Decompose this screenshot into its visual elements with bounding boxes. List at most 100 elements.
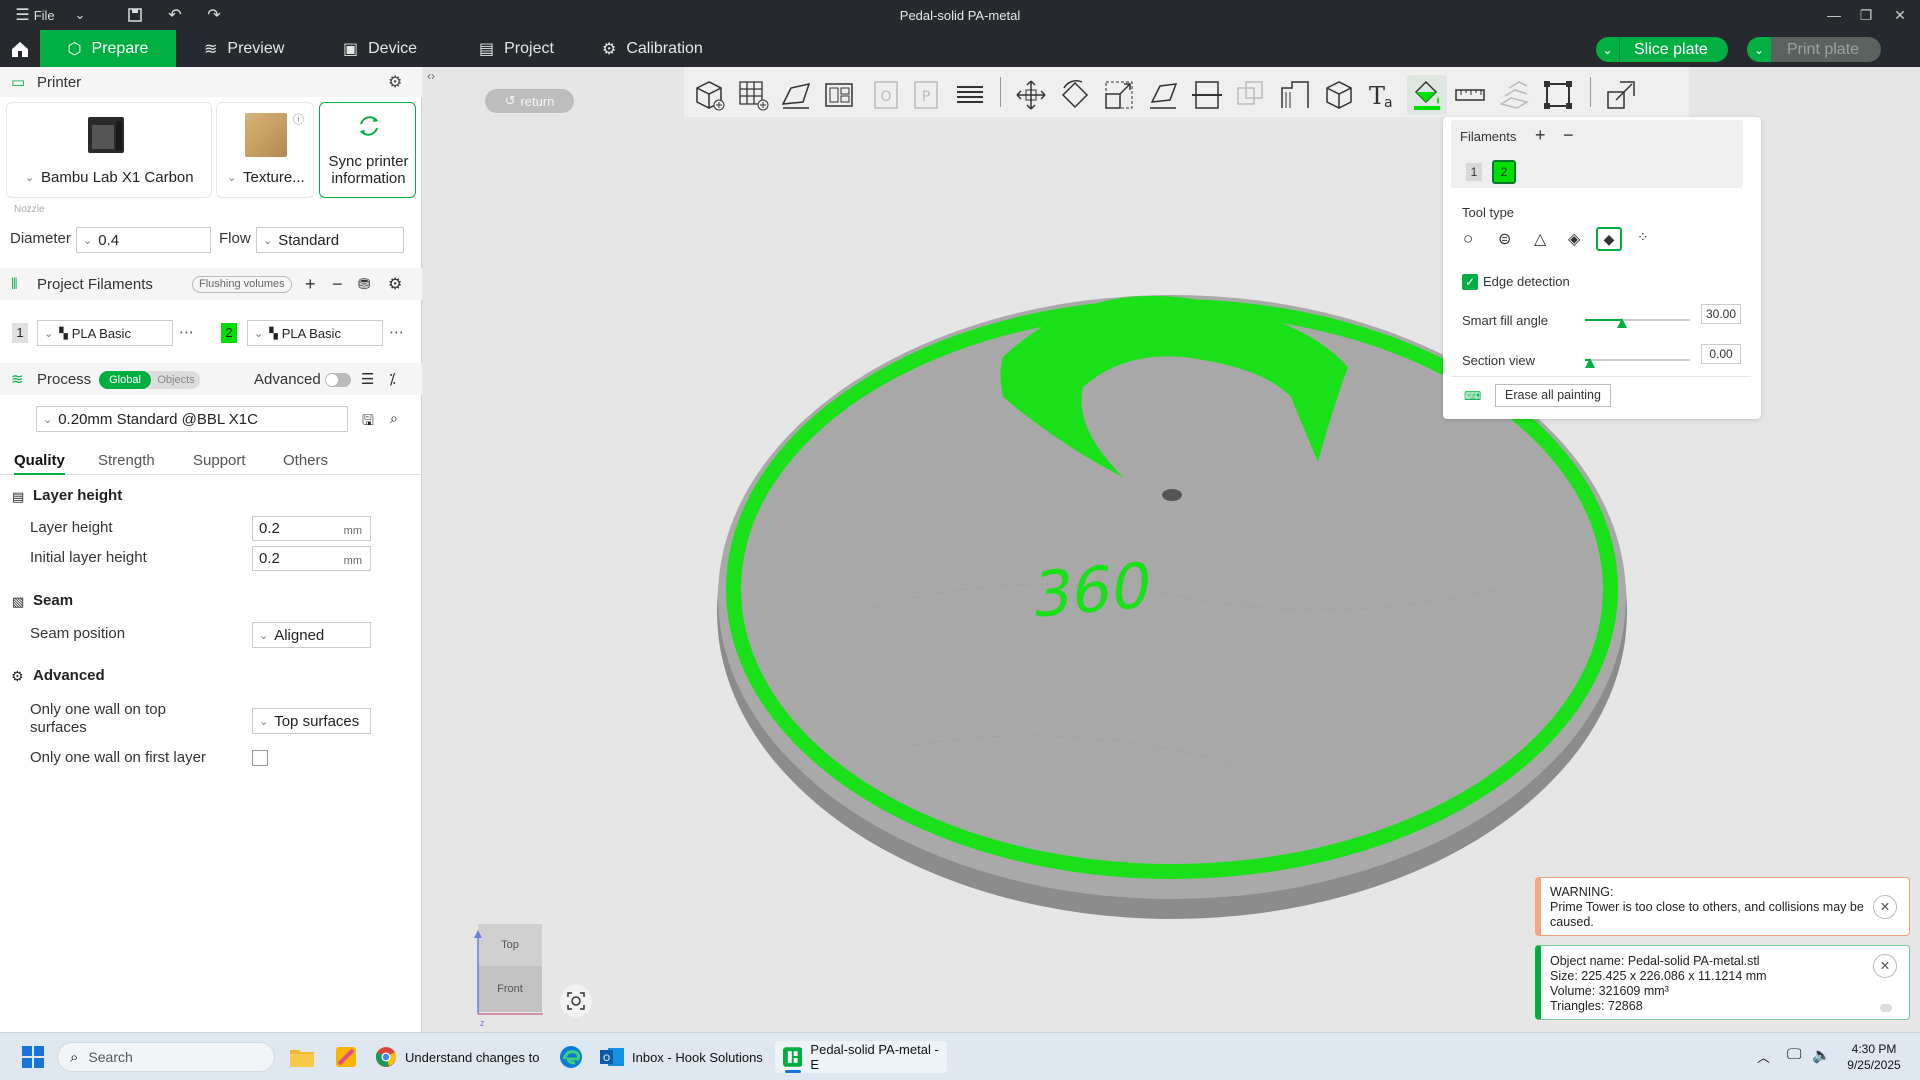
remove-icon[interactable]: − bbox=[1563, 125, 1574, 146]
sync-filament-icon[interactable]: ⛃ bbox=[358, 275, 371, 293]
layer-height-input[interactable]: 0.2 mm bbox=[252, 516, 371, 541]
triangle-tool-icon[interactable]: △ bbox=[1534, 229, 1546, 249]
tab-others[interactable]: Others bbox=[283, 452, 328, 469]
seam-icon: ▧ bbox=[12, 594, 25, 609]
chevron-down-icon: ⌄ bbox=[259, 629, 269, 642]
section-view-slider[interactable] bbox=[1585, 352, 1690, 368]
close-icon[interactable]: ✕ bbox=[1873, 954, 1897, 978]
height-range-tool-icon[interactable]: ◈ bbox=[1568, 229, 1580, 249]
smart-fill-input[interactable]: 30.00 bbox=[1701, 304, 1741, 324]
section-view-input[interactable]: 0.00 bbox=[1701, 344, 1741, 364]
chevron-down-icon: ⌄ bbox=[25, 172, 35, 184]
info-icon[interactable]: ⓘ bbox=[293, 111, 304, 127]
gear-icon[interactable]: ⚙ bbox=[388, 72, 402, 92]
close-icon[interactable]: ✕ bbox=[1882, 0, 1918, 30]
objects-option[interactable]: Objects bbox=[153, 371, 199, 389]
fit-view-icon[interactable] bbox=[560, 985, 592, 1017]
printer-icon: ▭ bbox=[11, 74, 26, 91]
volume-icon[interactable]: 🔈 bbox=[1812, 1046, 1831, 1064]
tab-project[interactable]: ▤ Project bbox=[479, 30, 554, 67]
nav-bar: ⬡ Prepare ≋ Preview ▣ Device ▤ Project ⚙… bbox=[0, 30, 1920, 67]
list-icon[interactable]: ☰ bbox=[361, 370, 374, 388]
smart-fill-slider[interactable] bbox=[1585, 312, 1690, 328]
outlook-window-label: Inbox - Hook Solutions bbox=[632, 1049, 763, 1065]
taskbar-search[interactable]: ⌕ Search bbox=[57, 1042, 275, 1072]
filament-1-index[interactable]: 1 bbox=[12, 323, 28, 343]
sticky-notes-icon[interactable] bbox=[331, 1041, 361, 1073]
windows-start-icon[interactable] bbox=[18, 1041, 48, 1073]
slice-plate-label: Slice plate bbox=[1634, 40, 1708, 58]
bambu-window-label: Pedal-solid PA-metal - E bbox=[810, 1042, 939, 1072]
diameter-dropdown[interactable]: ⌄ 0.4 bbox=[76, 227, 211, 253]
flow-value: Standard bbox=[278, 231, 340, 249]
chevron-down-icon[interactable]: ⌄ bbox=[1747, 37, 1771, 62]
paint-filament-1[interactable]: 1 bbox=[1466, 163, 1482, 181]
more-options-icon[interactable]: ⋯ bbox=[389, 323, 404, 341]
tab-prepare[interactable]: ⬡ Prepare bbox=[40, 30, 176, 67]
filament-icon: ⦀ bbox=[11, 275, 18, 293]
tab-support[interactable]: Support bbox=[193, 452, 246, 469]
edge-detection-checkbox[interactable]: ✓ bbox=[1462, 274, 1478, 290]
paint-filament-2[interactable]: 2 bbox=[1492, 160, 1516, 184]
home-icon[interactable] bbox=[0, 30, 40, 67]
one-wall-first-checkbox[interactable] bbox=[252, 750, 268, 766]
tab-preview[interactable]: ≋ Preview bbox=[204, 30, 284, 67]
chevron-down-icon[interactable]: ⌄ bbox=[1596, 37, 1620, 62]
remove-icon[interactable]: − bbox=[332, 274, 343, 295]
flushing-volumes-button[interactable]: Flushing volumes bbox=[192, 276, 292, 293]
print-plate-button[interactable]: ⌄ Print plate bbox=[1747, 37, 1881, 62]
filament-2-dropdown[interactable]: ⌄ ▚ PLA Basic bbox=[247, 320, 383, 346]
minimize-icon[interactable]: — bbox=[1816, 0, 1852, 30]
circle-tool-icon[interactable]: ○ bbox=[1463, 229, 1473, 249]
layer-height-icon: ▤ bbox=[12, 489, 25, 504]
process-header-label: Process bbox=[37, 370, 92, 388]
process-preset-dropdown[interactable]: ⌄ 0.20mm Standard @BBL X1C bbox=[36, 406, 348, 432]
project-icon: ▤ bbox=[479, 40, 495, 58]
filament-2-index[interactable]: 2 bbox=[221, 323, 237, 343]
view-cube[interactable]: Top Front z x bbox=[453, 924, 543, 1028]
file-explorer-icon[interactable] bbox=[287, 1041, 317, 1073]
restore-icon[interactable]: ❐ bbox=[1848, 0, 1884, 30]
fill-tool-icon[interactable]: ◆ bbox=[1596, 227, 1622, 251]
chevron-up-icon[interactable]: ︿ bbox=[1757, 1047, 1770, 1066]
gear-icon[interactable]: ⚙ bbox=[388, 274, 402, 294]
global-option[interactable]: Global bbox=[99, 371, 151, 389]
add-icon[interactable]: + bbox=[1535, 125, 1546, 146]
plate-name: Texture... bbox=[243, 169, 305, 186]
keyboard-icon[interactable]: ⌨ bbox=[1464, 389, 1481, 403]
collapse-icon[interactable] bbox=[1880, 1004, 1892, 1012]
seam-section: Seam bbox=[33, 592, 74, 609]
sphere-tool-icon[interactable]: ⊜ bbox=[1498, 229, 1511, 249]
taskbar-bambu-studio[interactable]: Pedal-solid PA-metal - E bbox=[775, 1041, 947, 1073]
initial-layer-value: 0.2 bbox=[259, 550, 280, 567]
seam-position-dropdown[interactable]: ⌄ Aligned bbox=[252, 622, 371, 648]
erase-all-button[interactable]: Erase all painting bbox=[1495, 384, 1611, 407]
add-icon[interactable]: + bbox=[305, 274, 316, 295]
close-icon[interactable]: ✕ bbox=[1873, 895, 1897, 919]
flow-dropdown[interactable]: ⌄ Standard bbox=[256, 227, 404, 253]
edge-icon[interactable] bbox=[556, 1041, 586, 1073]
save-icon[interactable]: 🖫 bbox=[362, 410, 374, 434]
plate-card[interactable]: ⓘ ⌄ Texture... bbox=[216, 102, 314, 198]
taskbar-clock[interactable]: 4:30 PM 9/25/2025 bbox=[1836, 1041, 1912, 1073]
sync-printer-button[interactable]: Sync printer information bbox=[319, 102, 416, 198]
advanced-toggle[interactable] bbox=[325, 373, 351, 387]
filament-1-dropdown[interactable]: ⌄ ▚ PLA Basic bbox=[37, 320, 173, 346]
printer-card[interactable]: ⌄ Bambu Lab X1 Carbon bbox=[6, 102, 212, 198]
taskbar-outlook[interactable]: O Inbox - Hook Solutions bbox=[600, 1041, 763, 1073]
tab-calibration[interactable]: ⚙ Calibration bbox=[602, 30, 703, 67]
network-icon[interactable]: 🖵 bbox=[1787, 1046, 1801, 1063]
tab-quality[interactable]: Quality bbox=[14, 452, 65, 475]
compare-icon[interactable]: ⁒ bbox=[389, 370, 396, 388]
printer-image-icon bbox=[88, 117, 124, 153]
tab-device[interactable]: ▣ Device bbox=[343, 30, 417, 67]
search-icon[interactable]: ⌕ bbox=[390, 410, 398, 427]
tab-strength[interactable]: Strength bbox=[98, 452, 155, 469]
taskbar-chrome[interactable]: Understand changes to bbox=[375, 1041, 539, 1073]
global-objects-toggle[interactable]: Global Objects bbox=[99, 371, 200, 389]
slice-plate-button[interactable]: ⌄ Slice plate bbox=[1596, 37, 1728, 62]
initial-layer-input[interactable]: 0.2 mm bbox=[252, 546, 371, 571]
more-options-icon[interactable]: ⋯ bbox=[179, 323, 194, 341]
gap-fill-tool-icon[interactable]: ⁘ bbox=[1637, 229, 1649, 246]
one-wall-top-dropdown[interactable]: ⌄ Top surfaces bbox=[252, 708, 371, 734]
